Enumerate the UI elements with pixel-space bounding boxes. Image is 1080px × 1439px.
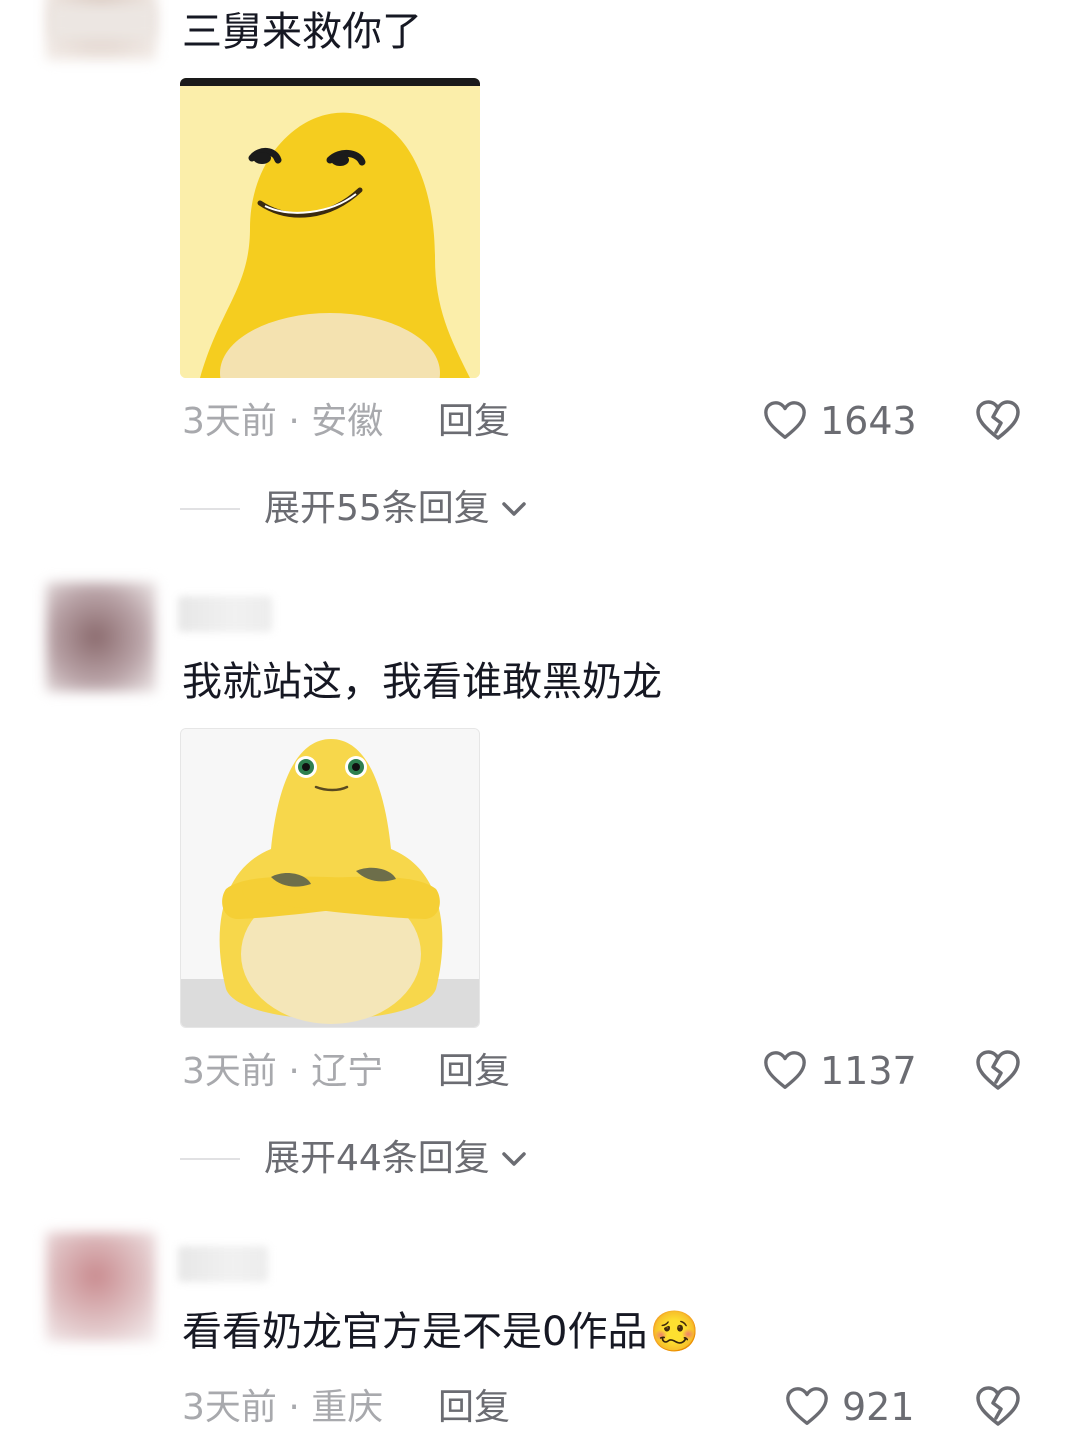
comment-meta: 3天前 · 辽宁	[182, 1050, 383, 1094]
username[interactable]	[178, 1246, 268, 1282]
meta-separator: ·	[288, 1387, 300, 1428]
meta-separator: ·	[288, 401, 300, 442]
yellow-creature-arms-crossed-image	[181, 729, 479, 1027]
comment-meta: 3天前 · 安徽	[182, 400, 383, 444]
like-button[interactable]: 1137	[762, 1048, 917, 1094]
reply-button[interactable]: 回复	[438, 400, 510, 444]
expand-replies-button[interactable]: 展开44条回复	[180, 1134, 530, 1184]
chevron-down-icon	[502, 1152, 526, 1166]
comment-image[interactable]	[180, 728, 480, 1028]
comment-time: 3天前	[182, 1051, 277, 1092]
like-button[interactable]: 921	[784, 1384, 915, 1430]
heart-outline-icon	[786, 1387, 828, 1425]
username[interactable]	[178, 596, 272, 632]
yellow-creature-smirk-image	[180, 78, 480, 378]
comment-location: 安徽	[311, 401, 384, 442]
comment-text: 看看奶龙官方是不是0作品🥴	[182, 1308, 699, 1356]
divider-line	[180, 1158, 240, 1160]
comment-time: 3天前	[182, 1387, 277, 1428]
like-count: 1643	[820, 399, 917, 443]
broken-heart-icon[interactable]	[974, 1047, 1022, 1095]
like-count: 921	[842, 1385, 915, 1429]
like-button[interactable]: 1643	[762, 398, 917, 444]
avatar[interactable]	[46, 582, 156, 692]
heart-outline-icon	[764, 401, 806, 439]
expand-replies-label: 展开44条回复	[264, 1138, 490, 1179]
meta-separator: ·	[288, 1051, 300, 1092]
comment-image[interactable]	[180, 78, 480, 378]
username[interactable]	[50, 4, 156, 40]
broken-heart-icon[interactable]	[974, 1383, 1022, 1431]
comment-text: 三舅来救你了	[182, 9, 422, 55]
comment-text-content: 看看奶龙官方是不是0作品	[182, 1309, 648, 1355]
comment-time: 3天前	[182, 401, 277, 442]
reply-button[interactable]: 回复	[438, 1386, 510, 1430]
woozy-face-emoji: 🥴	[649, 1309, 700, 1355]
expand-replies-label: 展开55条回复	[264, 488, 490, 529]
comment-meta: 3天前 · 重庆	[182, 1386, 383, 1430]
comment-location: 辽宁	[311, 1051, 384, 1092]
expand-replies-button[interactable]: 展开55条回复	[180, 484, 530, 534]
broken-heart-icon[interactable]	[974, 397, 1022, 445]
like-count: 1137	[820, 1049, 917, 1093]
chevron-down-icon	[502, 502, 526, 516]
reply-button[interactable]: 回复	[438, 1050, 510, 1094]
divider-line	[180, 508, 240, 510]
avatar[interactable]	[46, 1232, 156, 1342]
heart-outline-icon	[764, 1051, 806, 1089]
comment-text: 我就站这，我看谁敢黑奶龙	[182, 659, 662, 705]
comment-location: 重庆	[311, 1387, 384, 1428]
